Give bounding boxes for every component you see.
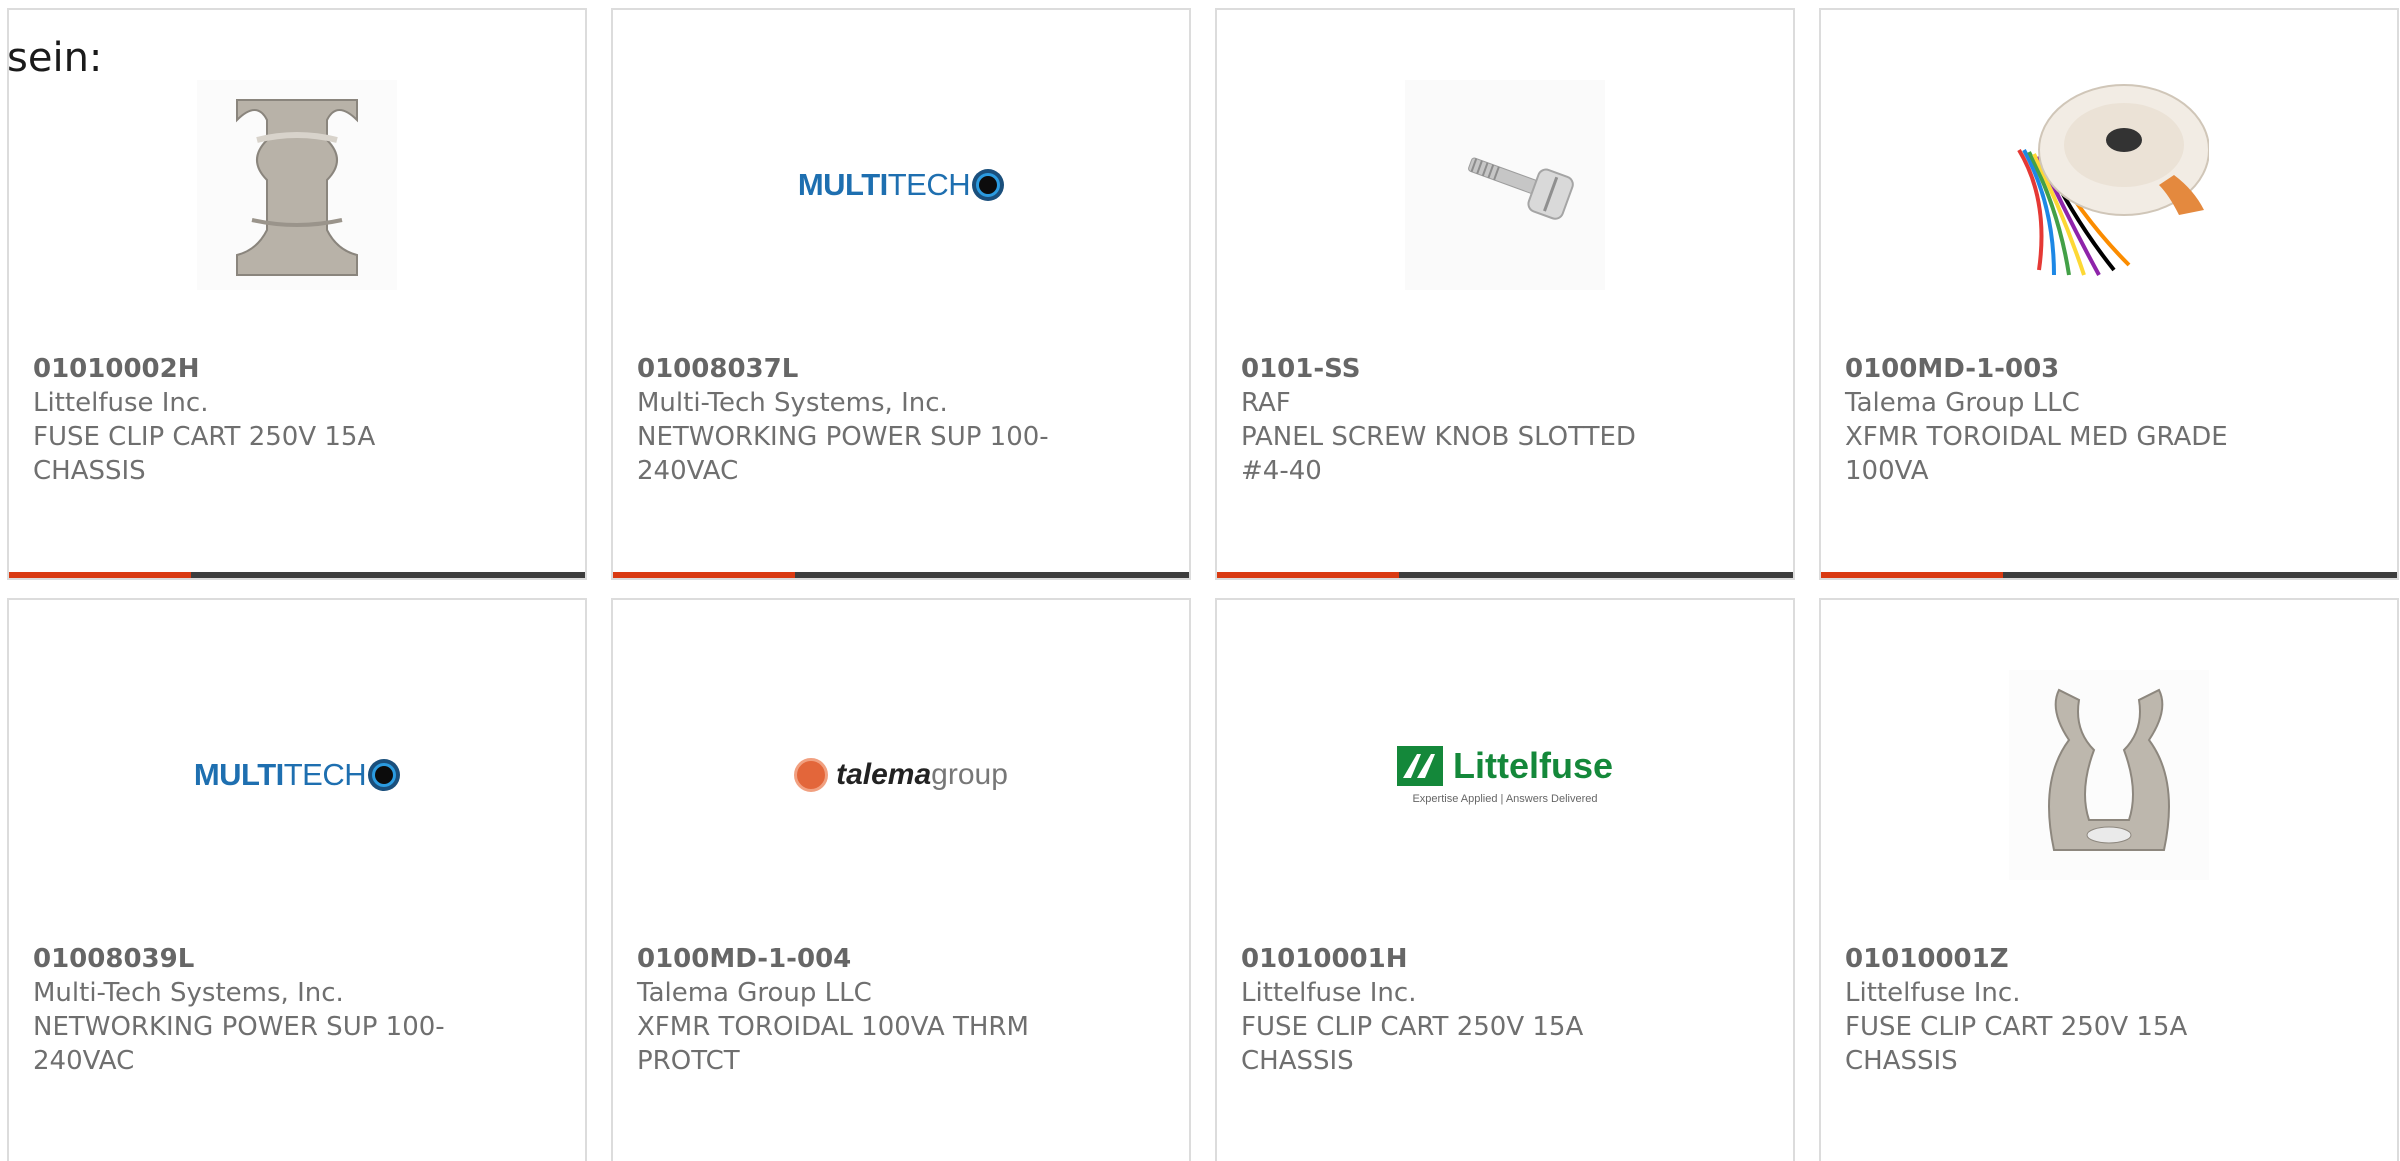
product-card[interactable]: Littelfuse Expertise Applied | Answers D… bbox=[1215, 598, 1795, 1161]
part-number[interactable]: 01008037L bbox=[637, 352, 1057, 386]
card-bottom-bar bbox=[1217, 572, 1793, 578]
page: sein: 01010002H Littelfuse Inc. FUSE CLI… bbox=[0, 0, 2400, 1161]
logo-text: TECH bbox=[887, 167, 971, 202]
manufacturer: RAF bbox=[1241, 388, 1291, 418]
littelfuse-logo: Littelfuse Expertise Applied | Answers D… bbox=[1396, 745, 1613, 805]
description: FUSE CLIP CART 250V 15A CHASSIS bbox=[33, 422, 376, 486]
product-info: 01010001H Littelfuse Inc. FUSE CLIP CART… bbox=[1241, 942, 1661, 1078]
manufacturer: Littelfuse Inc. bbox=[1845, 978, 2021, 1008]
card-accent bbox=[1217, 572, 1399, 578]
logo-text: group bbox=[931, 758, 1008, 791]
product-card[interactable]: 01010001Z Littelfuse Inc. FUSE CLIP CART… bbox=[1819, 598, 2399, 1161]
description: XFMR TOROIDAL MED GRADE 100VA bbox=[1845, 422, 2228, 486]
part-number[interactable]: 0100MD-1-003 bbox=[1845, 352, 2265, 386]
product-image: talema group bbox=[613, 670, 1189, 880]
logo-text-bold: MULTI bbox=[193, 757, 284, 792]
product-image bbox=[1821, 670, 2397, 880]
product-info: 0100MD-1-004 Talema Group LLC XFMR TOROI… bbox=[637, 942, 1057, 1078]
product-image: MULTI TECH bbox=[9, 670, 585, 880]
product-card[interactable]: 0100MD-1-003 Talema Group LLC XFMR TOROI… bbox=[1819, 8, 2399, 580]
intro-text: sein: bbox=[7, 35, 103, 81]
product-info: 01008037L Multi-Tech Systems, Inc. NETWO… bbox=[637, 352, 1057, 488]
product-card[interactable]: MULTI TECH 01008039L Multi-Tech Systems,… bbox=[7, 598, 587, 1161]
card-bottom-bar bbox=[613, 572, 1189, 578]
part-number[interactable]: 0100MD-1-004 bbox=[637, 942, 1057, 976]
logo-text: TECH bbox=[283, 757, 367, 792]
fuse-clip-open-icon bbox=[2009, 670, 2209, 880]
manufacturer: Talema Group LLC bbox=[637, 978, 872, 1008]
part-number[interactable]: 01010001H bbox=[1241, 942, 1661, 976]
manufacturer: Talema Group LLC bbox=[1845, 388, 2080, 418]
product-image bbox=[9, 80, 585, 290]
card-accent bbox=[1821, 572, 2003, 578]
multitech-logo-mark bbox=[972, 169, 1005, 201]
fuse-clip-icon bbox=[197, 80, 397, 290]
manufacturer: Littelfuse Inc. bbox=[33, 388, 209, 418]
multitech-logo: MULTI TECH bbox=[797, 167, 1005, 203]
card-accent bbox=[613, 572, 795, 578]
product-info: 0100MD-1-003 Talema Group LLC XFMR TOROI… bbox=[1845, 352, 2265, 488]
product-card[interactable]: 01010002H Littelfuse Inc. FUSE CLIP CART… bbox=[7, 8, 587, 580]
product-image bbox=[1821, 80, 2397, 290]
manufacturer: Multi-Tech Systems, Inc. bbox=[637, 388, 948, 418]
description: PANEL SCREW KNOB SLOTTED #4-40 bbox=[1241, 422, 1636, 486]
logo-text-bold: talema bbox=[836, 758, 932, 791]
description: NETWORKING POWER SUP 100-240VAC bbox=[33, 1012, 445, 1076]
multitech-logo: MULTI TECH bbox=[193, 757, 401, 793]
littelfuse-logo-mark bbox=[1396, 746, 1443, 786]
panel-screw-icon bbox=[1405, 80, 1605, 290]
product-info: 0101-SS RAF PANEL SCREW KNOB SLOTTED #4-… bbox=[1241, 352, 1661, 488]
product-info: 01010002H Littelfuse Inc. FUSE CLIP CART… bbox=[33, 352, 453, 488]
description: XFMR TOROIDAL 100VA THRM PROTCT bbox=[637, 1012, 1029, 1076]
product-card[interactable]: MULTI TECH 01008037L Multi-Tech Systems,… bbox=[611, 8, 1191, 580]
description: NETWORKING POWER SUP 100-240VAC bbox=[637, 422, 1049, 486]
product-card[interactable]: talema group 0100MD-1-004 Talema Group L… bbox=[611, 598, 1191, 1161]
talema-logo-mark bbox=[794, 758, 829, 792]
product-info: 01010001Z Littelfuse Inc. FUSE CLIP CART… bbox=[1845, 942, 2265, 1078]
product-info: 01008039L Multi-Tech Systems, Inc. NETWO… bbox=[33, 942, 453, 1078]
card-bottom-bar bbox=[1821, 572, 2397, 578]
logo-text-bold: MULTI bbox=[797, 167, 888, 202]
part-number[interactable]: 0101-SS bbox=[1241, 352, 1661, 386]
logo-tagline: Expertise Applied | Answers Delivered bbox=[1412, 793, 1598, 805]
multitech-logo-mark bbox=[368, 759, 401, 791]
part-number[interactable]: 01010001Z bbox=[1845, 942, 2265, 976]
part-number[interactable]: 01008039L bbox=[33, 942, 453, 976]
product-grid: 01010002H Littelfuse Inc. FUSE CLIP CART… bbox=[7, 8, 2399, 1161]
card-bottom-bar bbox=[9, 572, 585, 578]
toroidal-transformer-icon bbox=[2009, 80, 2209, 290]
part-number[interactable]: 01010002H bbox=[33, 352, 453, 386]
description: FUSE CLIP CART 250V 15A CHASSIS bbox=[1241, 1012, 1584, 1076]
description: FUSE CLIP CART 250V 15A CHASSIS bbox=[1845, 1012, 2188, 1076]
talema-logo: talema group bbox=[794, 758, 1008, 792]
manufacturer: Littelfuse Inc. bbox=[1241, 978, 1417, 1008]
product-card[interactable]: 0101-SS RAF PANEL SCREW KNOB SLOTTED #4-… bbox=[1215, 8, 1795, 580]
logo-text: Littelfuse bbox=[1452, 745, 1613, 786]
product-image: MULTI TECH bbox=[613, 80, 1189, 290]
product-image: Littelfuse Expertise Applied | Answers D… bbox=[1217, 670, 1793, 880]
manufacturer: Multi-Tech Systems, Inc. bbox=[33, 978, 344, 1008]
product-image bbox=[1217, 80, 1793, 290]
card-accent bbox=[9, 572, 191, 578]
